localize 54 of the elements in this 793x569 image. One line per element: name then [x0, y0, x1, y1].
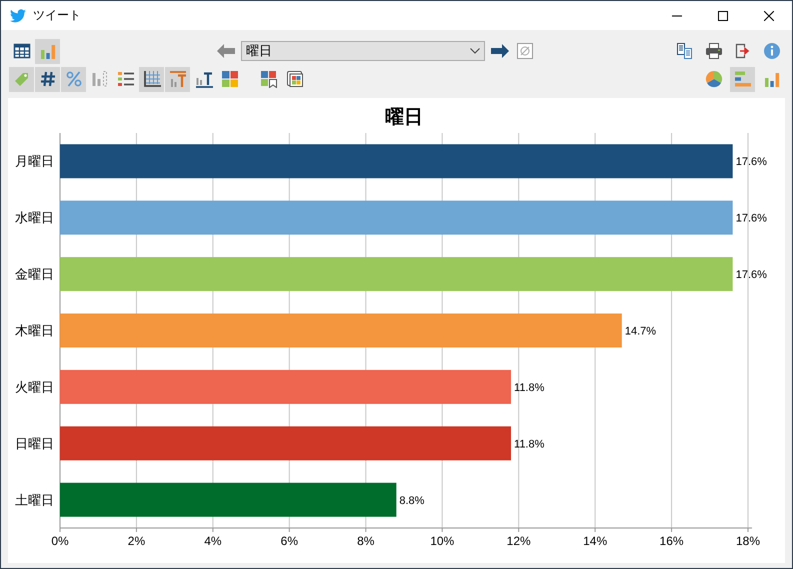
export-icon [734, 42, 752, 60]
table-icon [12, 42, 30, 60]
axis-tick-label: 4% [204, 534, 222, 548]
percent-icon [64, 70, 82, 88]
list-icon [116, 70, 134, 88]
axis-tick-label: 2% [128, 534, 146, 548]
category-label: 水曜日 [15, 210, 54, 226]
window-title: ツイート [33, 7, 81, 24]
value-label: 17.6% [736, 212, 767, 225]
axis-tick-label: 12% [506, 534, 531, 548]
hash-icon [38, 70, 56, 88]
value-label: 17.6% [736, 269, 767, 282]
value-label: 17.6% [736, 156, 767, 168]
category-dropdown[interactable]: 曜日 [241, 41, 485, 61]
category-label: 月曜日 [15, 154, 54, 169]
category-label: 金曜日 [15, 266, 54, 282]
printer-icon [704, 42, 722, 60]
copy-icon [676, 42, 694, 60]
caret-icon [470, 48, 480, 54]
value-label: 8.8% [399, 494, 424, 507]
bar-chart-icon [38, 42, 56, 60]
horizontal-bar-chart-icon [734, 70, 752, 88]
axis-label-icon [194, 70, 212, 88]
category-label: 土曜日 [15, 492, 54, 508]
bar-chart-icon [762, 70, 780, 88]
category-label: 日曜日 [15, 436, 54, 451]
grid-icon [142, 70, 160, 88]
maximize-icon [718, 10, 728, 20]
axis-tick-label: 8% [357, 534, 374, 548]
axis-tick-label: 14% [583, 534, 608, 548]
tag-icon [12, 70, 30, 88]
axis-tick-label: 16% [660, 534, 684, 548]
close-icon [764, 10, 774, 20]
palette-window-icon [286, 70, 304, 88]
axis-tick-label: 0% [51, 534, 69, 548]
palette-bookmark-icon [260, 70, 278, 88]
toolbar-horizontal-bar-chart-button[interactable] [730, 66, 755, 92]
toolbar-grid-button[interactable] [139, 66, 164, 92]
palette-icon [220, 70, 238, 88]
category-label: 木曜日 [15, 323, 54, 338]
label-bars-icon [168, 70, 186, 88]
bird-icon [10, 8, 26, 22]
category-label: 火曜日 [15, 379, 54, 394]
chart-title: 曜日 [385, 107, 423, 128]
pie-chart-icon [704, 70, 722, 88]
axis-tick-label: 10% [430, 534, 454, 548]
axis-tick-label: 6% [280, 534, 298, 548]
value-label: 11.8% [514, 438, 544, 450]
value-label: 11.8% [514, 382, 544, 394]
dashed-bars-icon [90, 70, 108, 88]
toolbar-hash-button[interactable] [35, 66, 60, 92]
value-label: 14.7% [624, 326, 656, 338]
info-icon [762, 42, 780, 60]
axis-tick-label: 18% [736, 534, 760, 548]
